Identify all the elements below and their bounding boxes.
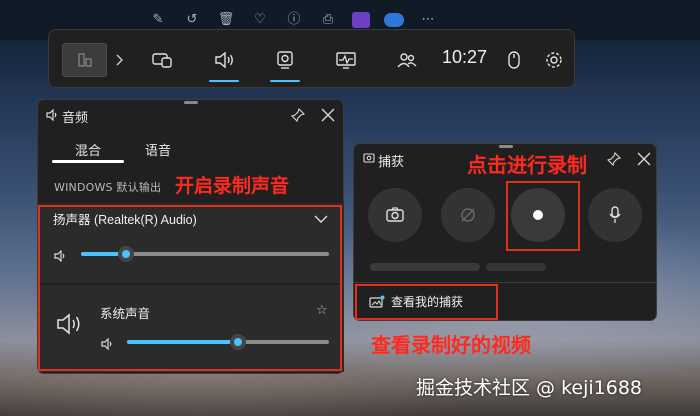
game-thumbnail[interactable] (62, 43, 107, 77)
microphone-button[interactable] (588, 188, 642, 242)
blurred-text (370, 263, 480, 271)
annotation-view-video: 查看录制好的视频 (371, 333, 531, 357)
audio-panel-title: 音频 (62, 111, 89, 126)
capture-panel-title: 捕获 (378, 155, 405, 170)
app-icon (78, 53, 92, 67)
annotation-box-captures (355, 284, 498, 320)
history-icon[interactable]: ↺ (182, 10, 202, 30)
widget-picker-icon[interactable] (147, 45, 177, 75)
annotation-box-audio (38, 205, 342, 371)
panel-drag-handle[interactable] (499, 145, 513, 148)
volume-active-indicator (209, 80, 239, 82)
camera-icon (386, 207, 404, 222)
screenshot-button[interactable] (368, 188, 422, 242)
pin-icon[interactable] (289, 106, 307, 124)
cloud-icon[interactable] (384, 13, 404, 27)
performance-icon[interactable] (331, 45, 361, 75)
game-bar: 10:27 (48, 29, 575, 88)
pin-icon[interactable] (605, 150, 623, 168)
trash-icon[interactable]: 🗑 (216, 10, 236, 30)
clock-time: 10:27 (442, 47, 488, 67)
mouse-icon[interactable] (499, 45, 529, 75)
gear-icon[interactable] (539, 45, 569, 75)
annotation-click-record: 点击进行录制 (467, 153, 587, 177)
close-icon[interactable] (635, 150, 653, 168)
app-tile-icon[interactable] (352, 12, 370, 28)
record-disabled-icon (461, 208, 475, 222)
panel-drag-handle[interactable] (184, 101, 198, 104)
capture-icon[interactable] (270, 45, 300, 75)
info-icon[interactable]: ⓘ (284, 10, 304, 30)
social-icon[interactable] (392, 45, 422, 75)
record-last-button[interactable] (441, 188, 495, 242)
annotation-enable-audio: 开启录制声音 (175, 175, 290, 197)
annotation-box-record (506, 181, 580, 251)
image-edit-icon[interactable]: ✎ (148, 10, 168, 30)
chevron-right-icon[interactable] (104, 45, 134, 75)
tab-mix-underline (52, 160, 124, 163)
capture-active-indicator (270, 80, 300, 82)
volume-small-icon (44, 106, 62, 124)
close-icon[interactable] (319, 106, 337, 124)
microphone-icon (609, 206, 621, 223)
heart-icon[interactable]: ♡ (250, 10, 270, 30)
blurred-text (486, 263, 546, 271)
volume-icon[interactable] (209, 45, 239, 75)
tab-voice[interactable]: 语音 (145, 140, 171, 159)
print-icon[interactable]: ⎙ (318, 10, 338, 30)
divider (354, 282, 656, 283)
watermark: 掘金技术社区 @ keji1688 (416, 377, 643, 399)
tab-mix[interactable]: 混合 (75, 140, 101, 159)
capture-small-icon (360, 150, 378, 168)
more-icon[interactable]: ⋯ (418, 10, 438, 30)
default-output-label: WINDOWS 默认输出 (54, 181, 162, 194)
